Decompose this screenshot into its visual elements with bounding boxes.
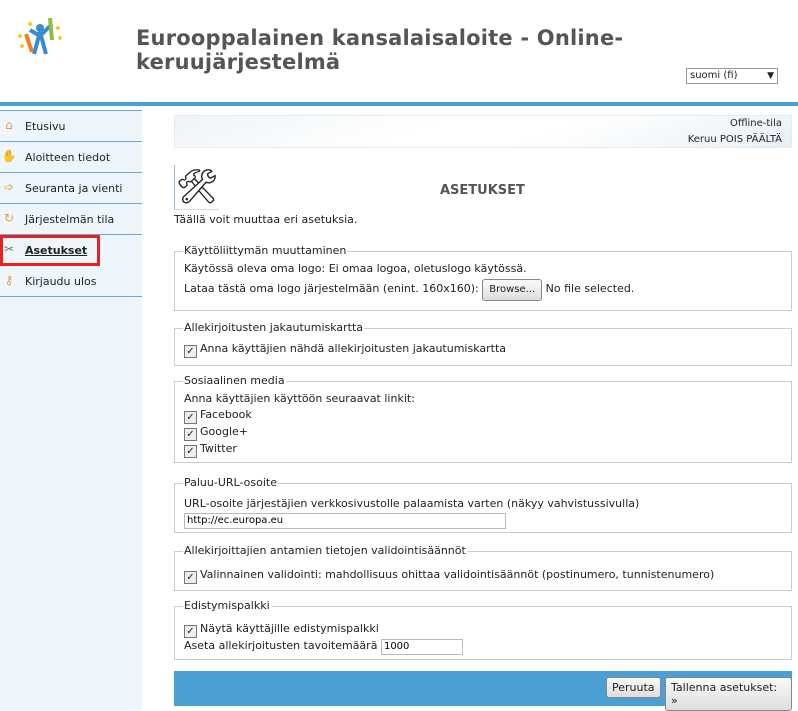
page-title: ASETUKSET (440, 183, 525, 198)
file-status: No file selected. (545, 282, 635, 295)
sidebar-item-label: Etusivu (25, 119, 66, 133)
section-legend: Sosiaalinen media (184, 374, 285, 387)
googleplus-checkbox[interactable]: ✓ (184, 428, 197, 441)
social-section: Sosiaalinen media Anna käyttäjien käyttö… (174, 373, 792, 463)
sidebar-item-kirjaudu-ulos[interactable]: ⚷ Kirjaudu ulos (0, 266, 142, 297)
save-settings-button[interactable]: Tallenna asetukset: » (665, 677, 792, 711)
checkbox-label: Anna käyttäjien nähdä allekirjoitusten j… (200, 342, 507, 355)
upload-label: Lataa tästä oma logo järjestelmään (enin… (184, 282, 479, 295)
sidebar: ⌂ Etusivu ✋ Aloitteen tiedot ➩ Seuranta ja … (0, 110, 142, 710)
section-legend: Käyttöliittymän muuttaminen (184, 244, 347, 257)
validation-section: Allekirjoittajien antamien tietojen vali… (174, 543, 792, 591)
sidebar-item-label: Asetukset (25, 243, 88, 257)
current-logo-text: Käytössä oleva oma logo: Ei omaa logoa, … (184, 262, 527, 275)
chevron-down-icon: ▼ (767, 71, 774, 81)
map-checkbox[interactable]: ✓ (184, 345, 197, 358)
checkbox-label: Google+ (200, 425, 249, 438)
checkbox-label: Facebook (200, 408, 252, 421)
sidebar-item-seuranta[interactable]: ➩ Seuranta ja vienti (0, 173, 142, 204)
tools-icon: ✂ (3, 242, 15, 256)
sidebar-item-label: Seuranta ja vienti (25, 181, 123, 195)
return-url-label: URL-osoite järjestäjien verkkosivustolle… (184, 497, 640, 510)
goal-input[interactable] (380, 638, 463, 655)
hands-icon: ✋ (1, 149, 17, 163)
checkbox-label: Valinnainen validointi: mahdollisuus ohi… (200, 568, 715, 581)
app-title: Eurooppalainen kansalaisaloite - Online-… (136, 26, 624, 74)
language-value: suomi (fi) (690, 70, 738, 81)
section-legend: Edistymispalkki (184, 599, 270, 612)
sidebar-item-label: Kirjaudu ulos (25, 274, 97, 288)
facebook-checkbox[interactable]: ✓ (184, 411, 197, 424)
validation-checkbox[interactable]: ✓ (184, 571, 197, 584)
status-panel: Offline-tila Keruu POIS PÄÄLTÄ (174, 115, 792, 148)
sidebar-item-label: Aloitteen tiedot (25, 150, 111, 164)
sidebar-item-asetukset[interactable]: ✂ Asetukset (0, 235, 100, 266)
browse-button[interactable]: Browse... (482, 279, 543, 301)
return-url-input[interactable] (184, 512, 506, 529)
return-url-section: Paluu-URL-osoite URL-osoite järjestäjien… (174, 475, 792, 533)
collection-status: Keruu POIS PÄÄLTÄ (687, 134, 782, 145)
checkbox-label: Twitter (200, 442, 237, 455)
section-legend: Allekirjoittajien antamien tietojen vali… (184, 544, 466, 557)
goal-label: Aseta allekirjoitusten tavoitemäärä (184, 639, 378, 652)
map-section: Allekirjoitusten jakautumiskartta ✓ Anna … (174, 320, 792, 366)
header-divider (0, 102, 798, 106)
sidebar-item-aloitteen-tiedot[interactable]: ✋ Aloitteen tiedot (0, 142, 142, 173)
arrow-icon: ➩ (3, 180, 15, 194)
offline-status: Offline-tila (729, 118, 782, 129)
language-select[interactable]: suomi (fi) ▼ (686, 68, 778, 84)
section-legend: Paluu-URL-osoite (184, 476, 277, 489)
checkbox-label: Näytä käyttäjille edistymispalkki (200, 622, 379, 635)
home-icon: ⌂ (5, 118, 13, 132)
sidebar-item-jarjestelman-tila[interactable]: ↻ Järjestelmän tila (0, 204, 142, 235)
ui-settings-section: Käyttöliittymän muuttaminen Käytössä ole… (174, 243, 792, 311)
app-logo (18, 17, 62, 55)
progress-section: Edistymispalkki ✓ Näytä käyttäjille edist… (174, 598, 792, 660)
tools-icon: 🛠 (174, 165, 219, 210)
form-footer: Peruuta Tallenna asetukset: » (174, 671, 792, 711)
cancel-button[interactable]: Peruuta (606, 677, 661, 698)
progress-checkbox[interactable]: ✓ (184, 625, 197, 638)
section-legend: Allekirjoitusten jakautumiskartta (184, 321, 364, 334)
twitter-checkbox[interactable]: ✓ (184, 445, 197, 458)
sidebar-item-label: Järjestelmän tila (25, 212, 115, 226)
refresh-icon: ↻ (3, 211, 15, 225)
key-icon: ⚷ (4, 273, 14, 287)
page-intro: Täällä voit muuttaa eri asetuksia. (174, 213, 358, 226)
social-intro: Anna käyttäjien käyttöön seuraavat linki… (184, 392, 415, 405)
sidebar-item-etusivu[interactable]: ⌂ Etusivu (0, 110, 142, 142)
